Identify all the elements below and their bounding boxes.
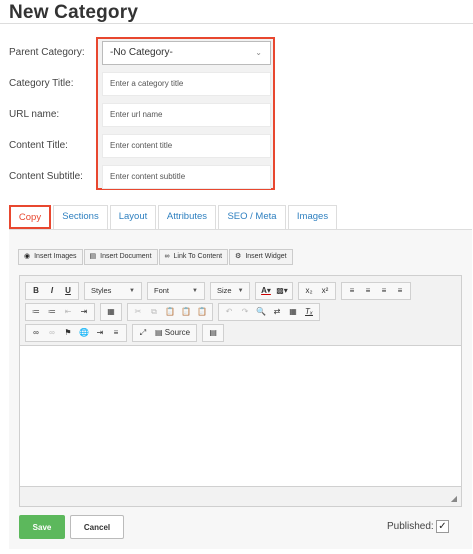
title-divider [0,23,473,24]
parent-category-select[interactable]: -No Category- ⌄ [102,41,271,65]
published-checkbox[interactable]: ✓ [436,520,449,533]
content-title-input[interactable]: Enter content title [102,134,271,158]
published-label: Published: [387,521,434,532]
find-icon[interactable]: 🔍 [253,304,269,320]
link-icon: ∞ [164,253,170,260]
paste-icon[interactable]: 📋 [162,304,178,320]
indent-block-icon[interactable]: ⇥ [92,325,108,341]
remove-format-icon[interactable]: Tₓ [301,304,317,320]
outdent-icon[interactable]: ⇤ [60,304,76,320]
source-button[interactable]: ▤ Source [151,325,194,341]
editor-content-area[interactable] [20,346,461,486]
tab-images[interactable]: Images [288,205,337,229]
chevron-down-icon: ⌄ [255,48,262,57]
maximize-icon[interactable]: ⤢ [135,325,151,341]
category-title-label: Category Title: [9,78,74,89]
insert-document-button[interactable]: ▤ Insert Document [83,249,158,265]
superscript-icon[interactable]: x² [317,283,333,299]
numbered-list-icon[interactable]: ≔ [28,304,44,320]
subscript-icon[interactable]: x₂ [301,283,317,299]
cut-icon[interactable]: ✂ [130,304,146,320]
paste-text-icon[interactable]: 📋 [178,304,194,320]
copy-icon[interactable]: ⧉ [146,304,162,320]
unlink-icon[interactable]: ∞ [44,325,60,341]
bold-button[interactable]: B [28,283,44,299]
tab-attributes[interactable]: Attributes [158,205,216,229]
resize-handle-icon[interactable]: ◢ [451,494,457,503]
align-right-icon[interactable]: ≡ [376,283,392,299]
category-title-input[interactable]: Enter a category title [102,72,271,96]
link-icon[interactable]: ∞ [28,325,44,341]
editor-toolbar: B I U Styles▼ Font▼ Size▼ A▾ ▩▾ x₂ x² [20,276,461,346]
bulleted-list-icon[interactable]: ≔ [44,304,60,320]
insert-images-button[interactable]: ◉ Insert Images [18,249,83,265]
cancel-button[interactable]: Cancel [70,515,124,539]
horizontal-line-icon[interactable]: ≡ [108,325,124,341]
gear-icon: ⚙ [235,253,242,260]
url-name-label: URL name: [9,109,60,120]
insert-toolbar: ◉ Insert Images ▤ Insert Document ∞ Link… [18,249,293,265]
size-dropdown[interactable]: Size ▼ [210,282,250,300]
paste-word-icon[interactable]: 📋 [194,304,210,320]
table-icon[interactable]: ▦ [103,304,119,320]
url-name-input[interactable]: Enter url name [102,103,271,127]
styles-dropdown[interactable]: Styles ▼ [84,282,142,300]
rich-text-editor: B I U Styles▼ Font▼ Size▼ A▾ ▩▾ x₂ x² [19,275,462,507]
justify-icon[interactable]: ≡ [392,283,408,299]
chevron-down-icon: ▼ [237,288,244,294]
templates-icon[interactable]: ▤ [205,325,221,341]
redo-icon[interactable]: ↷ [237,304,253,320]
chevron-down-icon: ▼ [192,288,198,294]
parent-category-value: -No Category- [110,47,173,58]
tab-layout[interactable]: Layout [110,205,156,229]
anchor-flag-icon[interactable]: ⚑ [60,325,76,341]
background-color-icon[interactable]: ▩▾ [274,283,290,299]
replace-icon[interactable]: ⇄ [269,304,285,320]
italic-button[interactable]: I [44,283,60,299]
save-button[interactable]: Save [19,515,65,539]
indent-icon[interactable]: ⇥ [76,304,92,320]
select-all-icon[interactable]: ▦ [285,304,301,320]
camera-icon: ◉ [24,253,31,260]
document-icon: ▤ [89,253,97,260]
globe-icon[interactable]: 🌐 [76,325,92,341]
tab-copy[interactable]: Copy [9,205,51,229]
editor-statusbar: ◢ [20,486,461,506]
align-center-icon[interactable]: ≡ [360,283,376,299]
insert-widget-button[interactable]: ⚙ Insert Widget [229,249,293,265]
text-color-icon[interactable]: A▾ [258,283,274,299]
link-to-content-button[interactable]: ∞ Link To Content [158,249,229,265]
parent-category-label: Parent Category: [9,47,85,58]
page-title: New Category [9,2,139,23]
chevron-down-icon: ▼ [129,288,135,294]
underline-button[interactable]: U [60,283,76,299]
align-left-icon[interactable]: ≡ [344,283,360,299]
content-title-label: Content Title: [9,140,68,151]
font-dropdown[interactable]: Font ▼ [147,282,205,300]
content-subtitle-input[interactable]: Enter content subtitle [102,165,271,189]
undo-icon[interactable]: ↶ [221,304,237,320]
content-subtitle-label: Content Subtitle: [9,171,83,182]
tab-seo-meta[interactable]: SEO / Meta [218,205,286,229]
tab-sections[interactable]: Sections [53,205,108,229]
category-fields-group: -No Category- ⌄ Enter a category title E… [96,37,275,190]
